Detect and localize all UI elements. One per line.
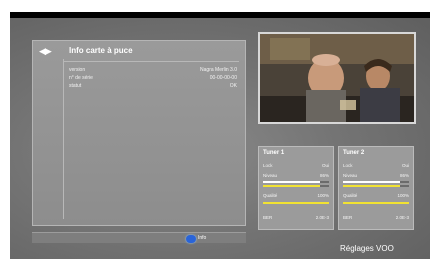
tuner-1-panel: Tuner 1 Lock Oui Niveau 86% Qualité 100%… [258,146,334,230]
level-bar-secondary-fill [263,185,320,187]
level-value: 86% [399,173,409,178]
quality-value: 100% [317,193,329,198]
ber-value: 2.0E-3 [315,215,329,220]
level-label: Niveau [263,173,278,178]
video-frame-image [260,34,414,122]
quality-bar [263,202,329,204]
quality-label: Qualité [343,193,358,198]
tuner-ber-row: BER 2.0E-3 [343,215,409,222]
tuner-lock-row: Lock Oui [263,163,329,170]
ber-value: 2.0E-3 [395,215,409,220]
tuner-quality-row: Qualité 100% [263,193,329,200]
tuner-title: Tuner 1 [263,150,285,156]
quality-value: 100% [397,193,409,198]
left-right-arrows-icon[interactable]: ◀▶ [39,46,52,57]
tuner-2-panel: Tuner 2 Lock Oui Niveau 86% Qualité 100%… [338,146,414,230]
live-video-preview [258,32,416,124]
tuner-level-row: Niveau 86% [263,173,329,180]
info-row-status: statut OK [69,83,237,91]
tv-frame: ◀▶ Info carte à puce version Nagra Merli… [10,12,430,259]
quality-bar-fill [263,202,329,204]
level-bar-fill [343,181,400,183]
level-label: Niveau [343,173,358,178]
info-value: 00-00-00-00 [209,75,237,81]
panel-divider [63,59,64,219]
lock-label: Lock [343,163,353,168]
smartcard-info-panel: ◀▶ Info carte à puce version Nagra Merli… [32,40,246,226]
lock-label: Lock [263,163,273,168]
level-bar [343,181,409,183]
level-bar-secondary [263,185,329,187]
level-bar-secondary-fill [343,185,400,187]
quality-bar [343,202,409,204]
blue-button-label: Info [198,235,207,241]
tuner-level-row: Niveau 86% [343,173,409,180]
info-row-version: version Nagra Merlin 3.0 [69,67,237,75]
lock-value: Oui [401,163,409,168]
tv-screen: ◀▶ Info carte à puce version Nagra Merli… [10,18,430,259]
blue-button-icon[interactable] [186,235,196,243]
info-row-serial: n° de série 00-00-00-00 [69,75,237,83]
tuner-title: Tuner 2 [343,150,365,156]
level-bar-fill [263,181,320,183]
tuner-ber-row: BER 2.0E-3 [263,215,329,222]
tuner-quality-row: Qualité 100% [343,193,409,200]
settings-title: Réglages VOO [340,244,394,253]
info-label: n° de série [69,75,93,81]
level-value: 86% [319,173,329,178]
header-divider [63,61,239,62]
info-value: OK [229,83,237,89]
lock-value: Oui [321,163,329,168]
quality-label: Qualité [263,193,278,198]
ber-label: BER [263,215,273,220]
info-label: statut [69,83,82,89]
panel-title: Info carte à puce [69,46,133,55]
info-value: Nagra Merlin 3.0 [200,67,237,73]
info-label: version [69,67,86,73]
quality-bar-fill [343,202,409,204]
level-bar-secondary [343,185,409,187]
ber-label: BER [343,215,353,220]
level-bar [263,181,329,183]
tuner-lock-row: Lock Oui [343,163,409,170]
footer-bar [32,232,246,243]
